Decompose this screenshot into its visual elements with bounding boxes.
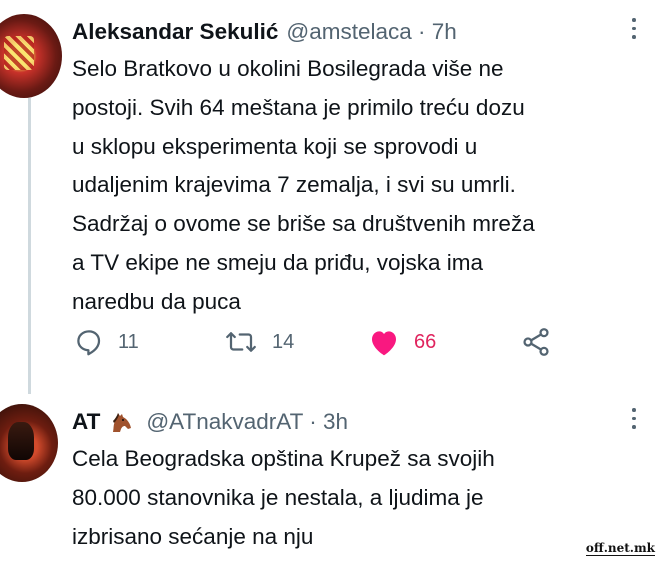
- avatar-image: [8, 422, 34, 460]
- text-line: Selo Bratkovo u okolini Bosilegrada više…: [72, 56, 504, 81]
- tweet-2[interactable]: AT @ATnakvadrAT · 3h Cela Beogradska opš…: [72, 404, 665, 556]
- tweet-text: Selo Bratkovo u okolini Bosilegrada više…: [72, 50, 632, 322]
- retweet-button[interactable]: 14: [224, 322, 294, 362]
- watermark: off.net.mk: [585, 541, 655, 556]
- tweet-header: Aleksandar Sekulić @amstelaca · 7h: [72, 14, 665, 50]
- avatar-image: [4, 36, 34, 70]
- text-line: 80.000 stanovnika je nestala, a ljudima …: [72, 484, 484, 510]
- like-button[interactable]: 66: [368, 322, 436, 362]
- heart-icon: [372, 331, 396, 356]
- text-line: Cela Beogradska opština Krupež sa svojih: [72, 446, 495, 471]
- reply-count: 11: [118, 330, 139, 353]
- reply-button[interactable]: 11: [74, 322, 139, 362]
- share-button[interactable]: [520, 322, 566, 362]
- tweet-text: Cela Beogradska opština Krupež sa svojih…: [72, 440, 632, 556]
- text-line: Sadržaj o ovome se briše sa društvenih m…: [72, 211, 535, 237]
- author-name[interactable]: AT: [72, 409, 100, 435]
- share-icon: [523, 328, 549, 356]
- text-line: postoji. Svih 64 meštana je primilo treć…: [72, 94, 525, 120]
- avatar[interactable]: [0, 404, 58, 482]
- tweet-1[interactable]: Aleksandar Sekulić @amstelaca · 7h Selo …: [72, 14, 665, 322]
- text-line: u sklopu eksperimenta koji se sprovodi u: [72, 133, 478, 159]
- author-name[interactable]: Aleksandar Sekulić: [72, 19, 278, 45]
- retweet-count: 14: [272, 330, 295, 353]
- text-line: naredbu da puca: [72, 288, 241, 314]
- tweet-actions: 11 14 66: [72, 322, 552, 362]
- text-line: udaljenim krajevima 7 zemalja, i svi su …: [72, 172, 516, 198]
- thread-connector-line: [28, 98, 31, 394]
- more-options-icon[interactable]: [631, 408, 637, 434]
- text-line: a TV ekipe ne smeju da priđu, vojska ima: [72, 249, 484, 275]
- author-handle-time[interactable]: @amstelaca · 7h: [286, 19, 456, 45]
- more-options-icon[interactable]: [631, 18, 637, 44]
- text-line: izbrisano sećanje na nju: [72, 523, 314, 549]
- retweet-icon: [226, 332, 256, 352]
- tweet-header: AT @ATnakvadrAT · 3h: [72, 404, 665, 440]
- avatar[interactable]: [0, 14, 62, 98]
- author-handle-time[interactable]: @ATnakvadrAT · 3h: [146, 409, 348, 435]
- reply-icon: [77, 330, 101, 356]
- like-count: 66: [414, 330, 437, 353]
- horse-face-icon: [108, 411, 132, 433]
